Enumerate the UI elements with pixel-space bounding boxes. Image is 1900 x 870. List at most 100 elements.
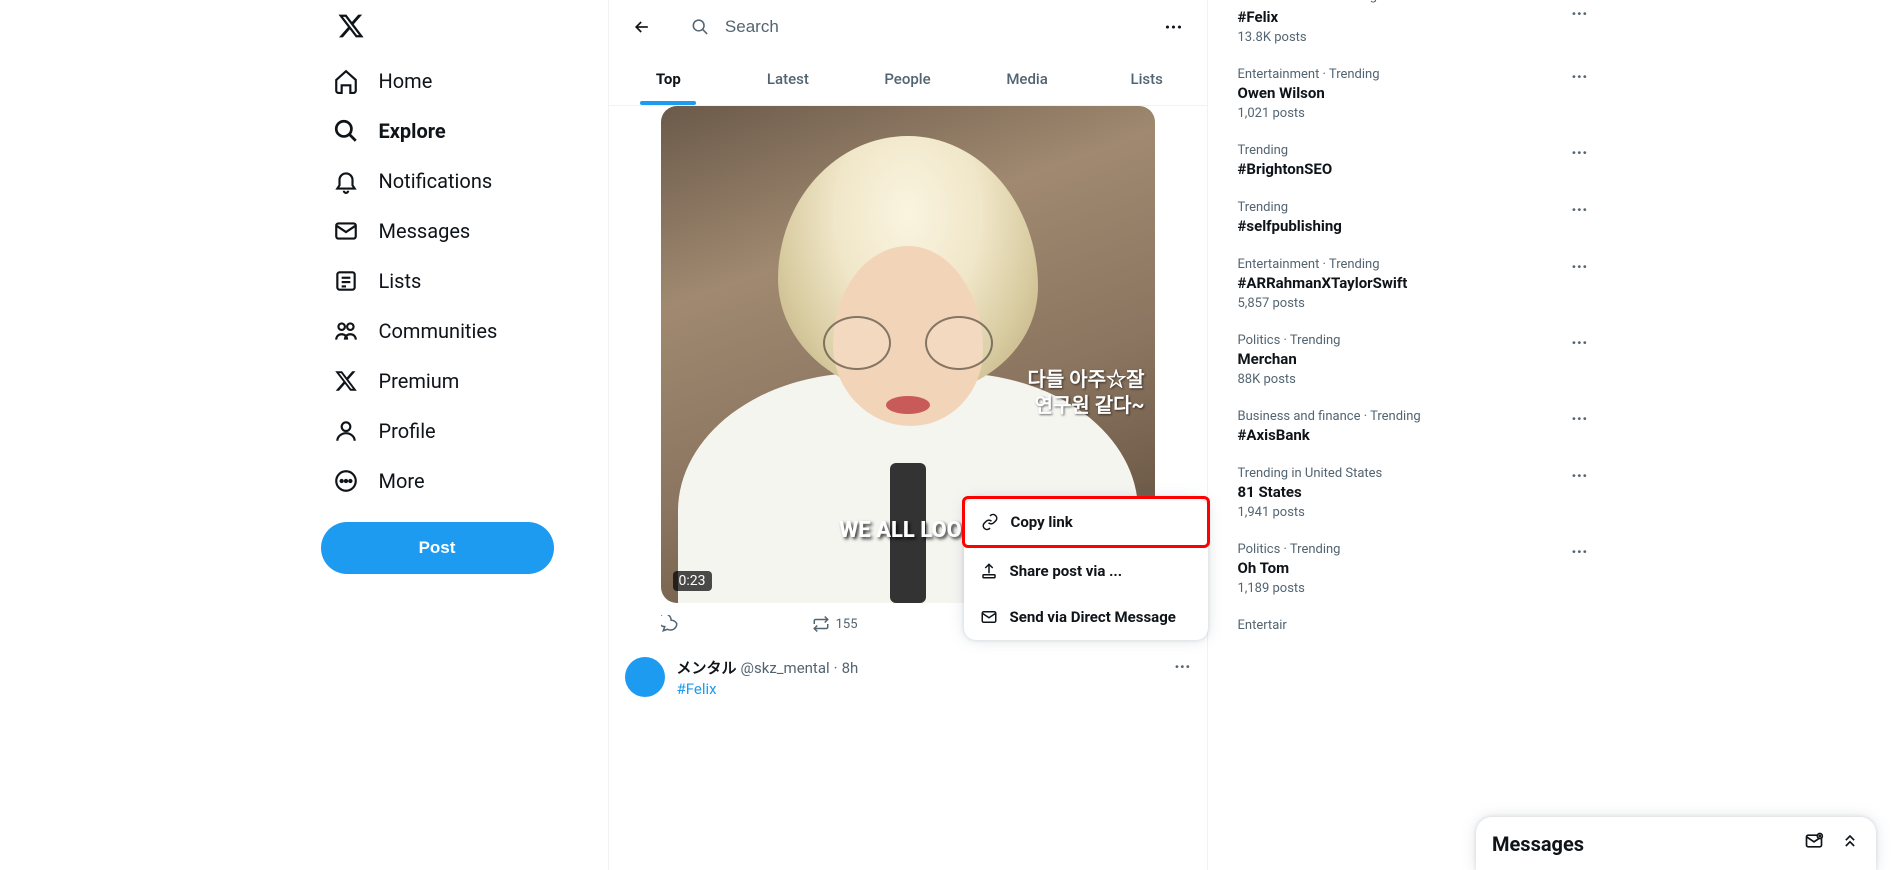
trend-more-button[interactable]: ··· <box>1571 67 1587 88</box>
trend-more-button[interactable]: ··· <box>1571 409 1587 430</box>
sidebar-item-premium[interactable]: Premium <box>321 356 472 406</box>
trend-more-button[interactable]: ··· <box>1571 466 1587 487</box>
back-button[interactable] <box>625 10 659 44</box>
trend-more-button[interactable]: ··· <box>1571 542 1587 563</box>
post-hashtag[interactable]: #Felix <box>677 680 1191 698</box>
avatar[interactable] <box>625 657 665 697</box>
link-icon <box>981 513 999 531</box>
trend-item[interactable]: Trending in United States 81 States 1,94… <box>1238 456 1588 532</box>
nav-label-lists: Lists <box>379 269 422 293</box>
search-wrap <box>675 17 1141 37</box>
tab-lists[interactable]: Lists <box>1087 53 1207 105</box>
tab-top[interactable]: Top <box>609 53 729 105</box>
sidebar-right: Korean music · Trending #Felix 13.8K pos… <box>1238 0 1588 870</box>
search-more-button[interactable]: ··· <box>1157 10 1191 44</box>
main-column: ··· Top Latest People Media Lists 다 <box>608 0 1208 870</box>
nav-label-explore: Explore <box>379 119 446 143</box>
trend-category: Politics · Trending <box>1238 542 1572 557</box>
post-author-name[interactable]: メンタル <box>677 657 737 678</box>
post-button[interactable]: Post <box>321 522 554 574</box>
trend-more-button[interactable]: ··· <box>1571 200 1587 221</box>
trend-more-button[interactable]: ··· <box>1571 257 1587 278</box>
trend-posts: 13.8K posts <box>1238 30 1572 45</box>
post-author-handle[interactable]: @skz_mental <box>741 659 830 677</box>
sidebar-item-more[interactable]: More <box>321 456 437 506</box>
sidebar-item-notifications[interactable]: Notifications <box>321 156 505 206</box>
share-via[interactable]: Share post via ... <box>964 548 1208 594</box>
trend-item[interactable]: Korean music · Trending #Felix 13.8K pos… <box>1238 0 1588 57</box>
sidebar-item-profile[interactable]: Profile <box>321 406 448 456</box>
trend-item[interactable]: Trending #selfpublishing ··· <box>1238 190 1588 247</box>
post-more-button[interactable]: ··· <box>1174 657 1190 678</box>
share-via-label: Share post via ... <box>1010 562 1123 580</box>
sidebar-item-home[interactable]: Home <box>321 56 445 106</box>
share-menu: Copy link Share post via ... Send via Di… <box>964 498 1208 640</box>
trend-category: Trending <box>1238 143 1572 158</box>
search-input[interactable] <box>725 17 1125 37</box>
trend-item[interactable]: Politics · Trending Oh Tom 1,189 posts ·… <box>1238 532 1588 608</box>
trend-item[interactable]: Politics · Trending Merchan 88K posts ··… <box>1238 323 1588 399</box>
home-icon <box>333 68 359 94</box>
share-copy-link[interactable]: Copy link <box>962 496 1210 548</box>
trend-category: Business and finance · Trending <box>1238 409 1572 424</box>
envelope-icon <box>333 218 359 244</box>
tab-people[interactable]: People <box>848 53 968 105</box>
trend-topic: #selfpublishing <box>1238 217 1572 235</box>
search-icon <box>333 118 359 144</box>
trend-posts: 1,189 posts <box>1238 581 1572 596</box>
messages-drawer-title: Messages <box>1492 832 1584 856</box>
media-caption: 다들 아주☆잘 연구원 같다~ <box>1028 366 1145 418</box>
trend-topic: Owen Wilson <box>1238 84 1572 102</box>
more-circle-icon <box>333 468 359 494</box>
trend-item[interactable]: Business and finance · Trending #AxisBan… <box>1238 399 1588 456</box>
trend-topic: Oh Tom <box>1238 559 1572 577</box>
trend-item[interactable]: Entertair <box>1238 608 1588 630</box>
next-post[interactable]: メンタル @skz_mental · 8h ··· #Felix <box>609 645 1207 710</box>
messages-drawer[interactable]: Messages <box>1476 817 1876 870</box>
list-icon <box>333 268 359 294</box>
communities-icon <box>333 318 359 344</box>
trend-more-button[interactable]: ··· <box>1571 333 1587 354</box>
nav-label-home: Home <box>379 69 433 93</box>
dot-separator: · <box>834 659 838 677</box>
trend-item[interactable]: Entertainment · Trending #ARRahmanXTaylo… <box>1238 247 1588 323</box>
search-tabs: Top Latest People Media Lists <box>609 53 1207 106</box>
sidebar-item-communities[interactable]: Communities <box>321 306 510 356</box>
nav-label-more: More <box>379 469 425 493</box>
nav-label-profile: Profile <box>379 419 436 443</box>
tab-media[interactable]: Media <box>967 53 1087 105</box>
nav-label-premium: Premium <box>379 369 460 393</box>
trend-posts: 5,857 posts <box>1238 296 1572 311</box>
share-dm[interactable]: Send via Direct Message <box>964 594 1208 640</box>
search-header: ··· <box>609 0 1207 53</box>
bell-icon <box>333 168 359 194</box>
trend-category: Trending in United States <box>1238 466 1572 481</box>
trend-item[interactable]: Trending #BrightonSEO ··· <box>1238 133 1588 190</box>
trend-more-button[interactable]: ··· <box>1571 143 1587 164</box>
trend-item[interactable]: Entertainment · Trending Owen Wilson 1,0… <box>1238 57 1588 133</box>
retweet-button[interactable]: 155 <box>812 615 858 633</box>
expand-drawer-icon[interactable] <box>1840 831 1860 856</box>
caption-line-2: 연구원 같다~ <box>1028 392 1145 418</box>
reply-button[interactable] <box>661 615 679 633</box>
sidebar-item-explore[interactable]: Explore <box>321 106 458 156</box>
video-duration: 0:23 <box>673 571 712 591</box>
tab-latest[interactable]: Latest <box>728 53 848 105</box>
trend-category: Korean music · Trending <box>1238 0 1572 6</box>
trend-posts: 88K posts <box>1238 372 1572 387</box>
trend-category: Entertainment · Trending <box>1238 257 1572 272</box>
search-icon <box>691 17 709 37</box>
sidebar-item-messages[interactable]: Messages <box>321 206 483 256</box>
trend-topic: #BrightonSEO <box>1238 160 1572 178</box>
trend-posts: 1,021 posts <box>1238 106 1572 121</box>
x-logo[interactable] <box>325 0 377 56</box>
sidebar-item-lists[interactable]: Lists <box>321 256 434 306</box>
sidebar-left: Home Explore Notifications Messages List… <box>313 0 588 870</box>
retweet-count: 155 <box>836 617 858 632</box>
trend-category: Trending <box>1238 200 1572 215</box>
new-message-icon[interactable] <box>1804 831 1824 856</box>
trend-more-button[interactable]: ··· <box>1571 4 1587 25</box>
post-time: 8h <box>842 659 859 677</box>
trend-category: Politics · Trending <box>1238 333 1572 348</box>
trend-topic: 81 States <box>1238 483 1572 501</box>
